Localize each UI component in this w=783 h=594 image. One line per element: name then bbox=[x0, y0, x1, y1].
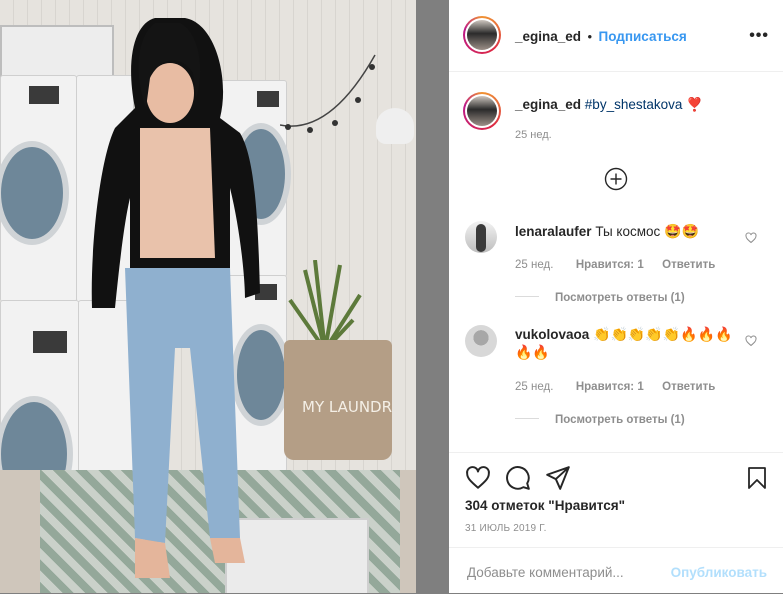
likes-count[interactable]: 304 отметок "Нравится" bbox=[465, 498, 625, 513]
comment-body: lenaralaufer Ты космос 🤩🤩 bbox=[515, 224, 699, 240]
photo-lamp bbox=[376, 108, 414, 144]
add-comment-bar: Опубликовать bbox=[449, 547, 783, 594]
comment-likes[interactable]: Нравится: 1 bbox=[576, 381, 644, 393]
caption-time[interactable]: 25 нед. bbox=[515, 129, 552, 141]
post-header: _egina_ed • Подписаться ••• bbox=[449, 0, 783, 72]
publish-button[interactable]: Опубликовать bbox=[671, 565, 767, 580]
comment-input[interactable] bbox=[465, 561, 659, 583]
replies-divider bbox=[515, 296, 539, 298]
avatar bbox=[467, 20, 497, 50]
comment-meta: 25 нед. Нравится: 1 Ответить bbox=[515, 255, 715, 273]
laundry-bag-text: MY LAUNDR bbox=[302, 398, 393, 416]
reply-button[interactable]: Ответить bbox=[662, 259, 715, 271]
header-username[interactable]: _egina_ed bbox=[515, 29, 581, 44]
comment-username[interactable]: lenaralaufer bbox=[515, 224, 592, 239]
comment-time[interactable]: 25 нед. bbox=[515, 381, 553, 393]
photo-laundry-bag: MY LAUNDR bbox=[284, 340, 392, 460]
comment-meta: 25 нед. Нравится: 1 Ответить bbox=[515, 377, 715, 395]
avatar bbox=[467, 96, 497, 126]
comment-time[interactable]: 25 нед. bbox=[515, 259, 553, 271]
comment-icon[interactable] bbox=[505, 465, 531, 491]
share-icon[interactable] bbox=[545, 465, 571, 491]
photo-plant bbox=[288, 260, 362, 350]
caption-emoji: ❣️ bbox=[686, 97, 703, 112]
reply-button[interactable]: Ответить bbox=[662, 381, 715, 393]
plus-circle-icon[interactable] bbox=[604, 167, 628, 191]
avatar[interactable] bbox=[465, 325, 497, 357]
story-ring[interactable] bbox=[463, 16, 501, 54]
caption-hashtag[interactable]: #by_shestakova bbox=[585, 97, 683, 112]
post-photo[interactable]: MY LAUNDR bbox=[0, 0, 416, 593]
overlay-gutter bbox=[416, 0, 449, 593]
view-replies[interactable]: Посмотреть ответы (1) bbox=[515, 288, 685, 306]
comment-like-heart-icon[interactable] bbox=[745, 335, 757, 347]
view-replies-label[interactable]: Посмотреть ответы (1) bbox=[555, 414, 685, 426]
comment-likes[interactable]: Нравится: 1 bbox=[576, 259, 644, 271]
post-panel: _egina_ed • Подписаться ••• _egina_ed #b… bbox=[449, 0, 783, 593]
caption-story-ring[interactable] bbox=[463, 92, 501, 130]
photo-washer bbox=[0, 75, 77, 302]
comment-username[interactable]: vukolovaoa bbox=[515, 327, 589, 342]
caption: _egina_ed #by_shestakova ❣️ bbox=[515, 97, 703, 113]
post-actions: 304 отметок "Нравится" 31 ИЮЛЬ 2019 Г. bbox=[449, 452, 783, 548]
photo-person bbox=[91, 18, 260, 578]
avatar[interactable] bbox=[465, 221, 497, 253]
more-options-icon[interactable]: ••• bbox=[749, 27, 769, 45]
view-replies[interactable]: Посмотреть ответы (1) bbox=[515, 410, 685, 428]
view-replies-label[interactable]: Посмотреть ответы (1) bbox=[555, 292, 685, 304]
header-user-line: _egina_ed • Подписаться bbox=[515, 28, 687, 46]
heart-icon[interactable] bbox=[465, 465, 491, 491]
follow-button[interactable]: Подписаться bbox=[599, 29, 687, 44]
comment-like-heart-icon[interactable] bbox=[745, 232, 757, 244]
bookmark-icon[interactable] bbox=[745, 465, 769, 491]
post-date[interactable]: 31 ИЮЛЬ 2019 Г. bbox=[465, 523, 547, 534]
header-separator: • bbox=[587, 29, 593, 44]
caption-username[interactable]: _egina_ed bbox=[515, 97, 581, 112]
comment-emoji: 🤩🤩 bbox=[664, 224, 699, 240]
comment-text: Ты космос bbox=[595, 224, 661, 239]
replies-divider bbox=[515, 418, 539, 420]
comment-body: vukolovaoa 👏👏👏👏👏🔥🔥🔥🔥🔥 bbox=[515, 326, 735, 362]
